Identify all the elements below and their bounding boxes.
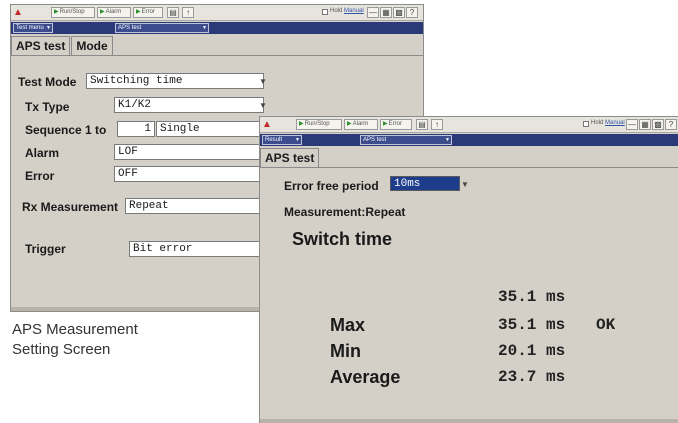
run-stop-button[interactable]: ▶Run/Stop	[296, 119, 342, 130]
test-select[interactable]: APS test ▼	[115, 23, 209, 33]
error-label: Error	[25, 169, 55, 183]
tool-icon[interactable]: ↑	[182, 7, 194, 18]
hold-label: Hold Manual	[330, 8, 364, 14]
chevron-down-icon: ▼	[202, 25, 207, 31]
minimize-icon[interactable]: —	[626, 119, 638, 130]
tab-aps-test[interactable]: APS test	[11, 36, 71, 55]
trigger-label: Trigger	[25, 242, 66, 256]
run-stop-label: Run/Stop	[304, 121, 330, 127]
alarm-label: Alarm	[25, 146, 60, 160]
save-icon[interactable]: ▩	[652, 119, 664, 130]
test-mode-label: Test Mode	[18, 75, 77, 89]
caption-line-1: APS Measurement	[12, 321, 138, 338]
chevron-down-icon: ▼	[461, 180, 469, 189]
error-button[interactable]: ▶Error	[133, 7, 163, 18]
alarm-select[interactable]: LOF	[114, 144, 264, 160]
aps-result-window: ▲ ▶Run/Stop ▶Alarm ▶Error ▤ ↑ Hold Manua…	[259, 116, 678, 423]
trigger-select[interactable]: Bit error	[129, 241, 265, 257]
hold-checkbox[interactable]	[322, 9, 328, 15]
play-icon: ▶	[383, 121, 388, 127]
tab-bar: APS test Mode	[11, 36, 114, 55]
chevron-down-icon: ▼	[259, 77, 267, 86]
save-icon[interactable]: ▩	[393, 7, 405, 18]
tool-icon[interactable]: ↑	[431, 119, 443, 130]
test-mode-select[interactable]: Switching time	[86, 73, 264, 89]
max-status: OK	[596, 316, 616, 334]
tab-mode[interactable]: Mode	[71, 36, 113, 55]
run-stop-button[interactable]: ▶Run/Stop	[51, 7, 95, 18]
tx-type-label: Tx Type	[25, 100, 70, 114]
error-free-period-label: Error free period	[284, 179, 379, 193]
min-value: 20.1 ms	[498, 342, 566, 360]
toolbar: ▲ ▶Run/Stop ▶Alarm ▶Error ▤ ↑ Hold Manua…	[260, 117, 678, 133]
min-label: Min	[330, 341, 361, 361]
menu-select[interactable]: Result ▼	[262, 135, 302, 145]
tab-aps-test[interactable]: APS test	[260, 148, 320, 167]
alarm-button[interactable]: ▶Alarm	[344, 119, 378, 130]
rx-measurement-label: Rx Measurement	[22, 200, 119, 214]
alarm-button[interactable]: ▶Alarm	[97, 7, 131, 18]
play-icon: ▶	[347, 121, 352, 127]
chevron-down-icon: ▼	[46, 25, 51, 31]
caption-line-2: Setting Screen	[12, 341, 111, 358]
hold-label: Hold Manual	[591, 120, 625, 126]
tab-bar: APS test	[260, 148, 320, 167]
play-icon: ▶	[136, 9, 141, 15]
average-label: Average	[330, 367, 401, 387]
error-free-period-select[interactable]: 10ms	[390, 176, 460, 191]
tx-type-select[interactable]: K1/K2	[114, 97, 264, 113]
alarm-label: Alarm	[105, 9, 122, 15]
chevron-down-icon: ▼	[295, 137, 300, 143]
rx-measurement-select[interactable]: Repeat	[125, 198, 265, 214]
tab-divider	[11, 55, 423, 56]
run-stop-label: Run/Stop	[59, 9, 85, 15]
toolbar: ▲ ▶Run/Stop ▶Alarm ▶Error ▤ ↑ Hold Manua…	[11, 5, 423, 21]
status-bar	[260, 419, 678, 423]
settings-icon[interactable]: ▦	[380, 7, 392, 18]
error-label: Error	[141, 9, 155, 15]
app-logo-icon: ▲	[262, 119, 272, 130]
max-label: Max	[330, 315, 366, 335]
error-button[interactable]: ▶Error	[380, 119, 412, 130]
app-logo-icon: ▲	[13, 7, 23, 18]
max-value: 35.1 ms	[498, 316, 566, 334]
sequence-label: Sequence 1 to	[25, 123, 107, 137]
print-icon[interactable]: ▤	[167, 7, 179, 18]
error-label: Error	[388, 121, 402, 127]
error-select[interactable]: OFF	[114, 166, 264, 182]
switch-time-title: Switch time	[292, 229, 393, 249]
chevron-down-icon: ▼	[259, 101, 267, 110]
play-icon: ▶	[100, 9, 105, 15]
menu-bar: Test menu ▼ APS test ▼	[11, 22, 423, 34]
alarm-label: Alarm	[352, 121, 369, 127]
average-value: 23.7 ms	[498, 368, 566, 386]
help-icon[interactable]: ?	[665, 119, 677, 130]
menu-select[interactable]: Test menu ▼	[13, 23, 53, 33]
current-switch-time-value: 35.1 ms	[498, 288, 566, 306]
sequence-count-input[interactable]: 1	[117, 121, 155, 137]
minimize-icon[interactable]: —	[367, 7, 379, 18]
settings-icon[interactable]: ▦	[639, 119, 651, 130]
help-icon[interactable]: ?	[406, 7, 418, 18]
sequence-mode-select[interactable]: Single	[156, 121, 264, 137]
play-icon: ▶	[299, 121, 304, 127]
tab-divider	[260, 167, 678, 168]
test-select[interactable]: APS test ▼	[360, 135, 452, 145]
print-icon[interactable]: ▤	[416, 119, 428, 130]
play-icon: ▶	[54, 9, 59, 15]
chevron-down-icon: ▼	[445, 137, 450, 143]
hold-checkbox[interactable]	[583, 121, 589, 127]
measurement-mode-label: Measurement:Repeat	[284, 205, 406, 219]
menu-bar: Result ▼ APS test ▼	[260, 134, 678, 146]
